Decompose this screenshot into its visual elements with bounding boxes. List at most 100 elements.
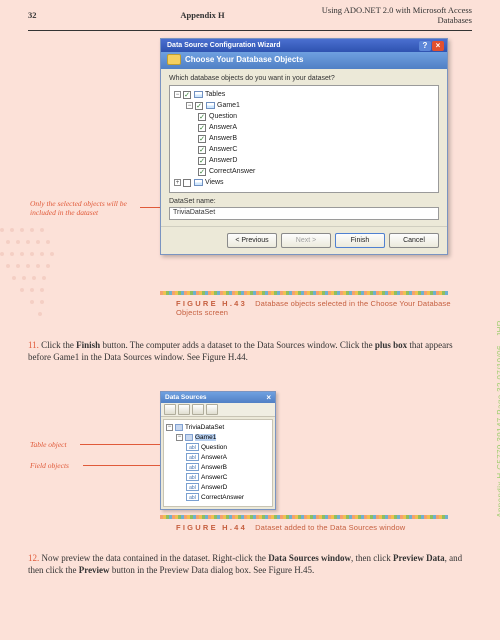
tree-row-col[interactable]: ✓AnswerA [174, 122, 434, 133]
data-sources-panel: Data Sources × − TriviaDataSet − Game1 a… [160, 391, 276, 510]
dataset-name-input[interactable]: TriviaDataSet [169, 207, 439, 220]
checkbox[interactable]: ✓ [198, 113, 206, 121]
toolbar-button[interactable] [206, 404, 218, 415]
step-12: 12. Now preview the data contained in th… [28, 552, 472, 576]
tree-label: Question [201, 444, 227, 451]
data-sources-toolbar [161, 403, 275, 417]
wizard-body: Which database objects do you want in yo… [161, 69, 447, 226]
figure-desc: Dataset added to the Data Sources window [255, 523, 405, 532]
dataset-name-label: DataSet name: [169, 198, 439, 205]
wizard-banner: Choose Your Database Objects [161, 52, 447, 69]
tables-icon [194, 91, 203, 98]
checkbox[interactable]: ✓ [195, 102, 203, 110]
tree-label: AnswerA [201, 454, 227, 461]
callout-line [83, 465, 162, 466]
tree-label: AnswerC [201, 474, 227, 481]
figure-caption-h44: FIGURE H.44 Dataset added to the Data So… [176, 523, 456, 532]
tree-label: Question [209, 113, 237, 120]
header-rule [28, 30, 472, 31]
tree-row-views[interactable]: + Views [174, 177, 434, 188]
data-sources-title: Data Sources [165, 394, 266, 401]
tree-label: AnswerA [209, 124, 237, 131]
expander-icon[interactable]: − [166, 424, 173, 431]
tree-row-field[interactable]: ablCorrectAnswer [166, 492, 270, 502]
checkbox[interactable]: ✓ [198, 168, 206, 176]
tree-label: CorrectAnswer [201, 494, 244, 501]
callout-table-object: Table object [30, 440, 67, 449]
tree-row-field[interactable]: ablQuestion [166, 442, 270, 452]
tree-row-field[interactable]: ablAnswerB [166, 462, 270, 472]
page-title: Appendix H [108, 10, 297, 20]
tree-label: CorrectAnswer [209, 168, 255, 175]
tree-row-tables[interactable]: − ✓ Tables [174, 89, 434, 100]
wizard-banner-text: Choose Your Database Objects [185, 55, 303, 64]
page-header-right: Using ADO.NET 2.0 with Microsoft Access … [297, 5, 472, 25]
table-icon [185, 434, 193, 441]
help-icon[interactable]: ? [419, 41, 431, 51]
tree-label: AnswerD [209, 157, 237, 164]
wizard-question: Which database objects do you want in yo… [169, 75, 439, 82]
page-number: 32 [28, 10, 108, 20]
checkbox[interactable] [183, 179, 191, 187]
toolbar-button[interactable] [192, 404, 204, 415]
wizard-title-text: Data Source Configuration Wizard [167, 42, 418, 49]
tree-label: Game1 [217, 102, 240, 109]
figure-label: FIGURE H.44 [176, 523, 247, 532]
tree-label: Views [205, 179, 224, 186]
tree-row-col[interactable]: ✓CorrectAnswer [174, 166, 434, 177]
wizard-tree[interactable]: − ✓ Tables − ✓ Game1 ✓Question ✓AnswerA … [169, 85, 439, 193]
tree-row-game1[interactable]: − ✓ Game1 [174, 100, 434, 111]
tree-label: Tables [205, 91, 225, 98]
checkbox[interactable]: ✓ [198, 124, 206, 132]
step-number: 12. [28, 553, 39, 563]
expander-icon[interactable]: − [176, 434, 183, 441]
tree-label-selected: Game1 [195, 434, 216, 441]
field-icon: abl [186, 483, 199, 491]
tree-row-dataset[interactable]: − TriviaDataSet [166, 422, 270, 432]
wizard-titlebar[interactable]: Data Source Configuration Wizard ? × [161, 39, 447, 52]
next-button: Next > [281, 233, 331, 248]
callout-field-objects: Field objects [30, 461, 69, 470]
wizard-button-row: < Previous Next > Finish Cancel [161, 226, 447, 254]
tree-row-col[interactable]: ✓AnswerC [174, 144, 434, 155]
tree-row-field[interactable]: ablAnswerD [166, 482, 270, 492]
toolbar-button[interactable] [178, 404, 190, 415]
checkbox[interactable]: ✓ [198, 135, 206, 143]
tree-label: AnswerD [201, 484, 227, 491]
cancel-button[interactable]: Cancel [389, 233, 439, 248]
toolbar-button[interactable] [164, 404, 176, 415]
data-sources-titlebar[interactable]: Data Sources × [161, 392, 275, 403]
expander-icon[interactable]: + [174, 179, 181, 186]
tree-row-field[interactable]: ablAnswerA [166, 452, 270, 462]
wizard-window: Data Source Configuration Wizard ? × Cho… [160, 38, 448, 255]
tree-row-field[interactable]: ablAnswerC [166, 472, 270, 482]
figure-caption-h43: FIGURE H.43 Database objects selected in… [176, 299, 456, 317]
views-icon [194, 179, 203, 186]
checkbox[interactable]: ✓ [183, 91, 191, 99]
expander-icon[interactable]: − [186, 102, 193, 109]
dataset-icon [175, 424, 183, 431]
side-gutter-text: Appendix H C5779 39147 Page 32 07/10/06—… [496, 320, 500, 518]
tree-row-col[interactable]: ✓AnswerB [174, 133, 434, 144]
tree-label: AnswerB [201, 464, 227, 471]
page-header: 32 Appendix H Using ADO.NET 2.0 with Mic… [0, 0, 500, 30]
checkbox[interactable]: ✓ [198, 146, 206, 154]
figure-bar [160, 291, 448, 295]
decorative-dots [0, 220, 82, 340]
close-icon[interactable]: × [266, 393, 271, 402]
close-icon[interactable]: × [432, 41, 444, 51]
banner-icon [167, 54, 181, 65]
tree-row-col[interactable]: ✓Question [174, 111, 434, 122]
checkbox[interactable]: ✓ [198, 157, 206, 165]
previous-button[interactable]: < Previous [227, 233, 277, 248]
callout-line [80, 444, 162, 445]
tree-row-table[interactable]: − Game1 [166, 432, 270, 442]
data-sources-tree[interactable]: − TriviaDataSet − Game1 ablQuestion ablA… [163, 419, 273, 507]
tree-row-col[interactable]: ✓AnswerD [174, 155, 434, 166]
finish-button[interactable]: Finish [335, 233, 385, 248]
figure-bar [160, 515, 448, 519]
expander-icon[interactable]: − [174, 91, 181, 98]
field-icon: abl [186, 473, 199, 481]
callout-dataset-objects: Only the selected objects will be includ… [30, 199, 145, 217]
field-icon: abl [186, 443, 199, 451]
